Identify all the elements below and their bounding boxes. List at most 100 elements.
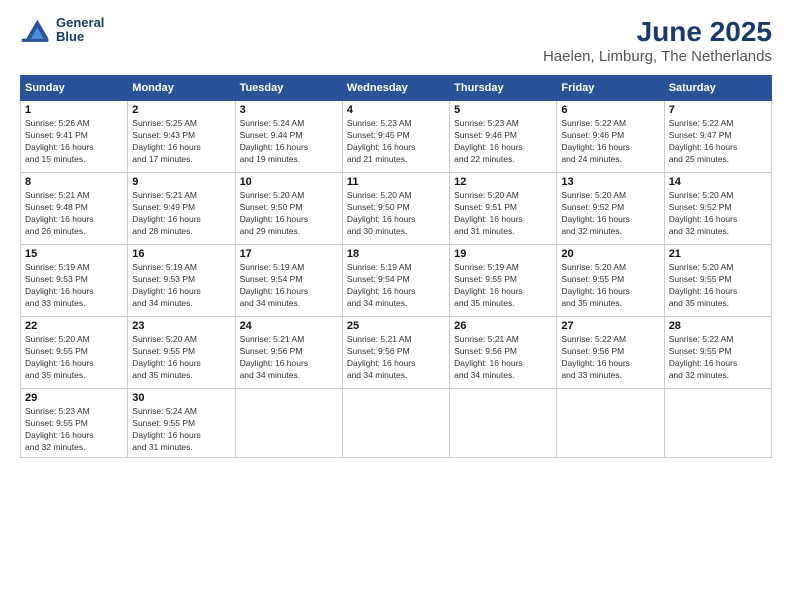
day-number: 27: [561, 320, 659, 332]
day-number: 1: [25, 104, 123, 116]
table-row: 18Sunrise: 5:19 AM Sunset: 9:54 PM Dayli…: [342, 245, 449, 317]
table-row: 15 Sunrise: 5:19 AM Sunset: 9:53 PM Dayli…: [21, 245, 128, 317]
day-number: 21: [669, 248, 767, 260]
table-row: 21 Sunrise: 5:20 AM Sunset: 9:55 PM Dayli…: [664, 245, 771, 317]
table-row: 1 Sunrise: 5:26 AM Sunset: 9:41 PM Daylig…: [21, 101, 128, 173]
day-detail: Sunrise: 5:24 AM Sunset: 9:44 PM Dayligh…: [240, 118, 338, 166]
day-number: 26: [454, 320, 552, 332]
week-row-5: 29Sunrise: 5:23 AM Sunset: 9:55 PM Dayli…: [21, 389, 772, 458]
table-row: 28 Sunrise: 5:22 AM Sunset: 9:55 PM Dayli…: [664, 317, 771, 389]
logo-general: General: [56, 16, 104, 30]
day-number: 11: [347, 176, 445, 188]
day-number: 25: [347, 320, 445, 332]
table-row: 3 Sunrise: 5:24 AM Sunset: 9:44 PM Daylig…: [235, 101, 342, 173]
table-row: 10 Sunrise: 5:20 AM Sunset: 9:50 PM Dayli…: [235, 173, 342, 245]
day-number: 12: [454, 176, 552, 188]
col-wednesday: Wednesday: [342, 76, 449, 101]
day-detail: Sunrise: 5:20 AM Sunset: 9:55 PM Dayligh…: [669, 262, 767, 310]
table-row: [235, 389, 342, 458]
page-subtitle: Haelen, Limburg, The Netherlands: [543, 48, 772, 65]
table-row: 12 Sunrise: 5:20 AM Sunset: 9:51 PM Dayli…: [450, 173, 557, 245]
calendar-body: 1 Sunrise: 5:26 AM Sunset: 9:41 PM Daylig…: [21, 101, 772, 458]
day-detail: Sunrise: 5:19 AM Sunset: 9:54 PM Dayligh…: [240, 262, 338, 310]
table-row: 27 Sunrise: 5:22 AM Sunset: 9:56 PM Dayli…: [557, 317, 664, 389]
day-detail: Sunrise: 5:19 AM Sunset: 9:55 PM Dayligh…: [454, 262, 552, 310]
day-detail: Sunrise: 5:21 AM Sunset: 9:56 PM Dayligh…: [240, 334, 338, 382]
day-detail: Sunrise: 5:26 AM Sunset: 9:41 PM Dayligh…: [25, 118, 123, 166]
day-number: 14: [669, 176, 767, 188]
day-number: 9: [132, 176, 230, 188]
table-row: 11 Sunrise: 5:20 AM Sunset: 9:50 PM Dayli…: [342, 173, 449, 245]
day-number: 8: [25, 176, 123, 188]
week-row-2: 8 Sunrise: 5:21 AM Sunset: 9:48 PM Daylig…: [21, 173, 772, 245]
day-number: 5: [454, 104, 552, 116]
day-number: 6: [561, 104, 659, 116]
table-row: 25 Sunrise: 5:21 AM Sunset: 9:56 PM Dayli…: [342, 317, 449, 389]
day-detail: Sunrise: 5:19 AM Sunset: 9:53 PM Dayligh…: [25, 262, 123, 310]
day-detail: Sunrise: 5:22 AM Sunset: 9:46 PM Dayligh…: [561, 118, 659, 166]
day-detail: Sunrise: 5:25 AM Sunset: 9:43 PM Dayligh…: [132, 118, 230, 166]
col-saturday: Saturday: [664, 76, 771, 101]
table-row: 26 Sunrise: 5:21 AM Sunset: 9:56 PM Dayli…: [450, 317, 557, 389]
day-number: 3: [240, 104, 338, 116]
table-row: 30Sunrise: 5:24 AM Sunset: 9:55 PM Dayli…: [128, 389, 235, 458]
logo-icon: [20, 16, 50, 44]
day-number: 20: [561, 248, 659, 260]
day-detail: Sunrise: 5:20 AM Sunset: 9:55 PM Dayligh…: [561, 262, 659, 310]
logo: General Blue: [20, 16, 104, 45]
col-sunday: Sunday: [21, 76, 128, 101]
table-row: [342, 389, 449, 458]
table-row: 8 Sunrise: 5:21 AM Sunset: 9:48 PM Daylig…: [21, 173, 128, 245]
col-thursday: Thursday: [450, 76, 557, 101]
col-friday: Friday: [557, 76, 664, 101]
day-number: 16: [132, 248, 230, 260]
day-detail: Sunrise: 5:20 AM Sunset: 9:50 PM Dayligh…: [347, 190, 445, 238]
day-detail: Sunrise: 5:22 AM Sunset: 9:55 PM Dayligh…: [669, 334, 767, 382]
table-row: 4 Sunrise: 5:23 AM Sunset: 9:45 PM Daylig…: [342, 101, 449, 173]
calendar-header: Sunday Monday Tuesday Wednesday Thursday…: [21, 76, 772, 101]
table-row: 22Sunrise: 5:20 AM Sunset: 9:55 PM Dayli…: [21, 317, 128, 389]
day-detail: Sunrise: 5:20 AM Sunset: 9:52 PM Dayligh…: [561, 190, 659, 238]
day-number: 24: [240, 320, 338, 332]
day-number: 22: [25, 320, 123, 332]
day-number: 28: [669, 320, 767, 332]
table-row: 6 Sunrise: 5:22 AM Sunset: 9:46 PM Daylig…: [557, 101, 664, 173]
day-detail: Sunrise: 5:21 AM Sunset: 9:48 PM Dayligh…: [25, 190, 123, 238]
day-number: 4: [347, 104, 445, 116]
header-row: Sunday Monday Tuesday Wednesday Thursday…: [21, 76, 772, 101]
day-number: 10: [240, 176, 338, 188]
table-row: 19 Sunrise: 5:19 AM Sunset: 9:55 PM Dayli…: [450, 245, 557, 317]
day-detail: Sunrise: 5:20 AM Sunset: 9:51 PM Dayligh…: [454, 190, 552, 238]
day-detail: Sunrise: 5:22 AM Sunset: 9:56 PM Dayligh…: [561, 334, 659, 382]
header: General Blue June 2025 Haelen, Limburg, …: [20, 16, 772, 65]
table-row: 20 Sunrise: 5:20 AM Sunset: 9:55 PM Dayli…: [557, 245, 664, 317]
page-title: June 2025: [543, 16, 772, 48]
day-detail: Sunrise: 5:19 AM Sunset: 9:53 PM Dayligh…: [132, 262, 230, 310]
day-detail: Sunrise: 5:20 AM Sunset: 9:50 PM Dayligh…: [240, 190, 338, 238]
day-detail: Sunrise: 5:20 AM Sunset: 9:55 PM Dayligh…: [132, 334, 230, 382]
day-number: 17: [240, 248, 338, 260]
col-tuesday: Tuesday: [235, 76, 342, 101]
col-monday: Monday: [128, 76, 235, 101]
title-block: June 2025 Haelen, Limburg, The Netherlan…: [543, 16, 772, 65]
day-detail: Sunrise: 5:19 AM Sunset: 9:54 PM Dayligh…: [347, 262, 445, 310]
day-detail: Sunrise: 5:20 AM Sunset: 9:52 PM Dayligh…: [669, 190, 767, 238]
day-detail: Sunrise: 5:23 AM Sunset: 9:55 PM Dayligh…: [25, 406, 123, 454]
day-number: 7: [669, 104, 767, 116]
calendar-table: Sunday Monday Tuesday Wednesday Thursday…: [20, 75, 772, 458]
week-row-1: 1 Sunrise: 5:26 AM Sunset: 9:41 PM Daylig…: [21, 101, 772, 173]
table-row: 14 Sunrise: 5:20 AM Sunset: 9:52 PM Dayli…: [664, 173, 771, 245]
day-detail: Sunrise: 5:21 AM Sunset: 9:56 PM Dayligh…: [347, 334, 445, 382]
day-detail: Sunrise: 5:23 AM Sunset: 9:45 PM Dayligh…: [347, 118, 445, 166]
day-number: 23: [132, 320, 230, 332]
day-detail: Sunrise: 5:21 AM Sunset: 9:56 PM Dayligh…: [454, 334, 552, 382]
table-row: 23 Sunrise: 5:20 AM Sunset: 9:55 PM Dayli…: [128, 317, 235, 389]
logo-blue: Blue: [56, 30, 104, 44]
table-row: 16 Sunrise: 5:19 AM Sunset: 9:53 PM Dayli…: [128, 245, 235, 317]
table-row: 9Sunrise: 5:21 AM Sunset: 9:49 PM Daylig…: [128, 173, 235, 245]
day-number: 30: [132, 392, 230, 404]
table-row: 24 Sunrise: 5:21 AM Sunset: 9:56 PM Dayli…: [235, 317, 342, 389]
day-number: 19: [454, 248, 552, 260]
table-row: [664, 389, 771, 458]
day-number: 15: [25, 248, 123, 260]
